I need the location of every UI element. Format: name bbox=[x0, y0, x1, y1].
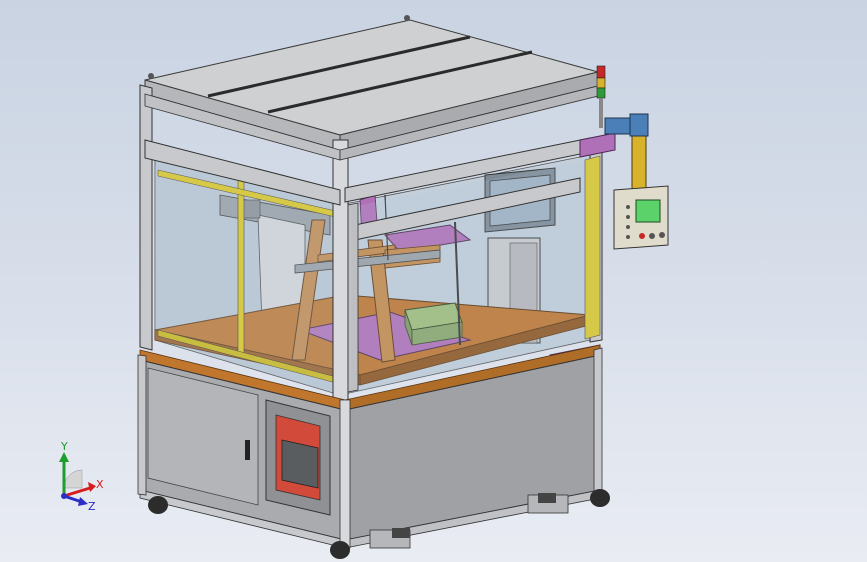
triad-x-label: X bbox=[96, 478, 104, 491]
roof bbox=[144, 15, 600, 151]
cad-viewport[interactable]: Y X Z bbox=[0, 0, 867, 562]
hmi-panel[interactable] bbox=[613, 185, 669, 250]
hmi-arm bbox=[604, 113, 649, 193]
triad-z-label: Z bbox=[88, 500, 96, 513]
coordinate-triad: Y X Z bbox=[59, 440, 104, 513]
machine-model[interactable] bbox=[0, 0, 867, 562]
signal-tower bbox=[596, 65, 606, 128]
triad-y-label: Y bbox=[60, 440, 68, 453]
